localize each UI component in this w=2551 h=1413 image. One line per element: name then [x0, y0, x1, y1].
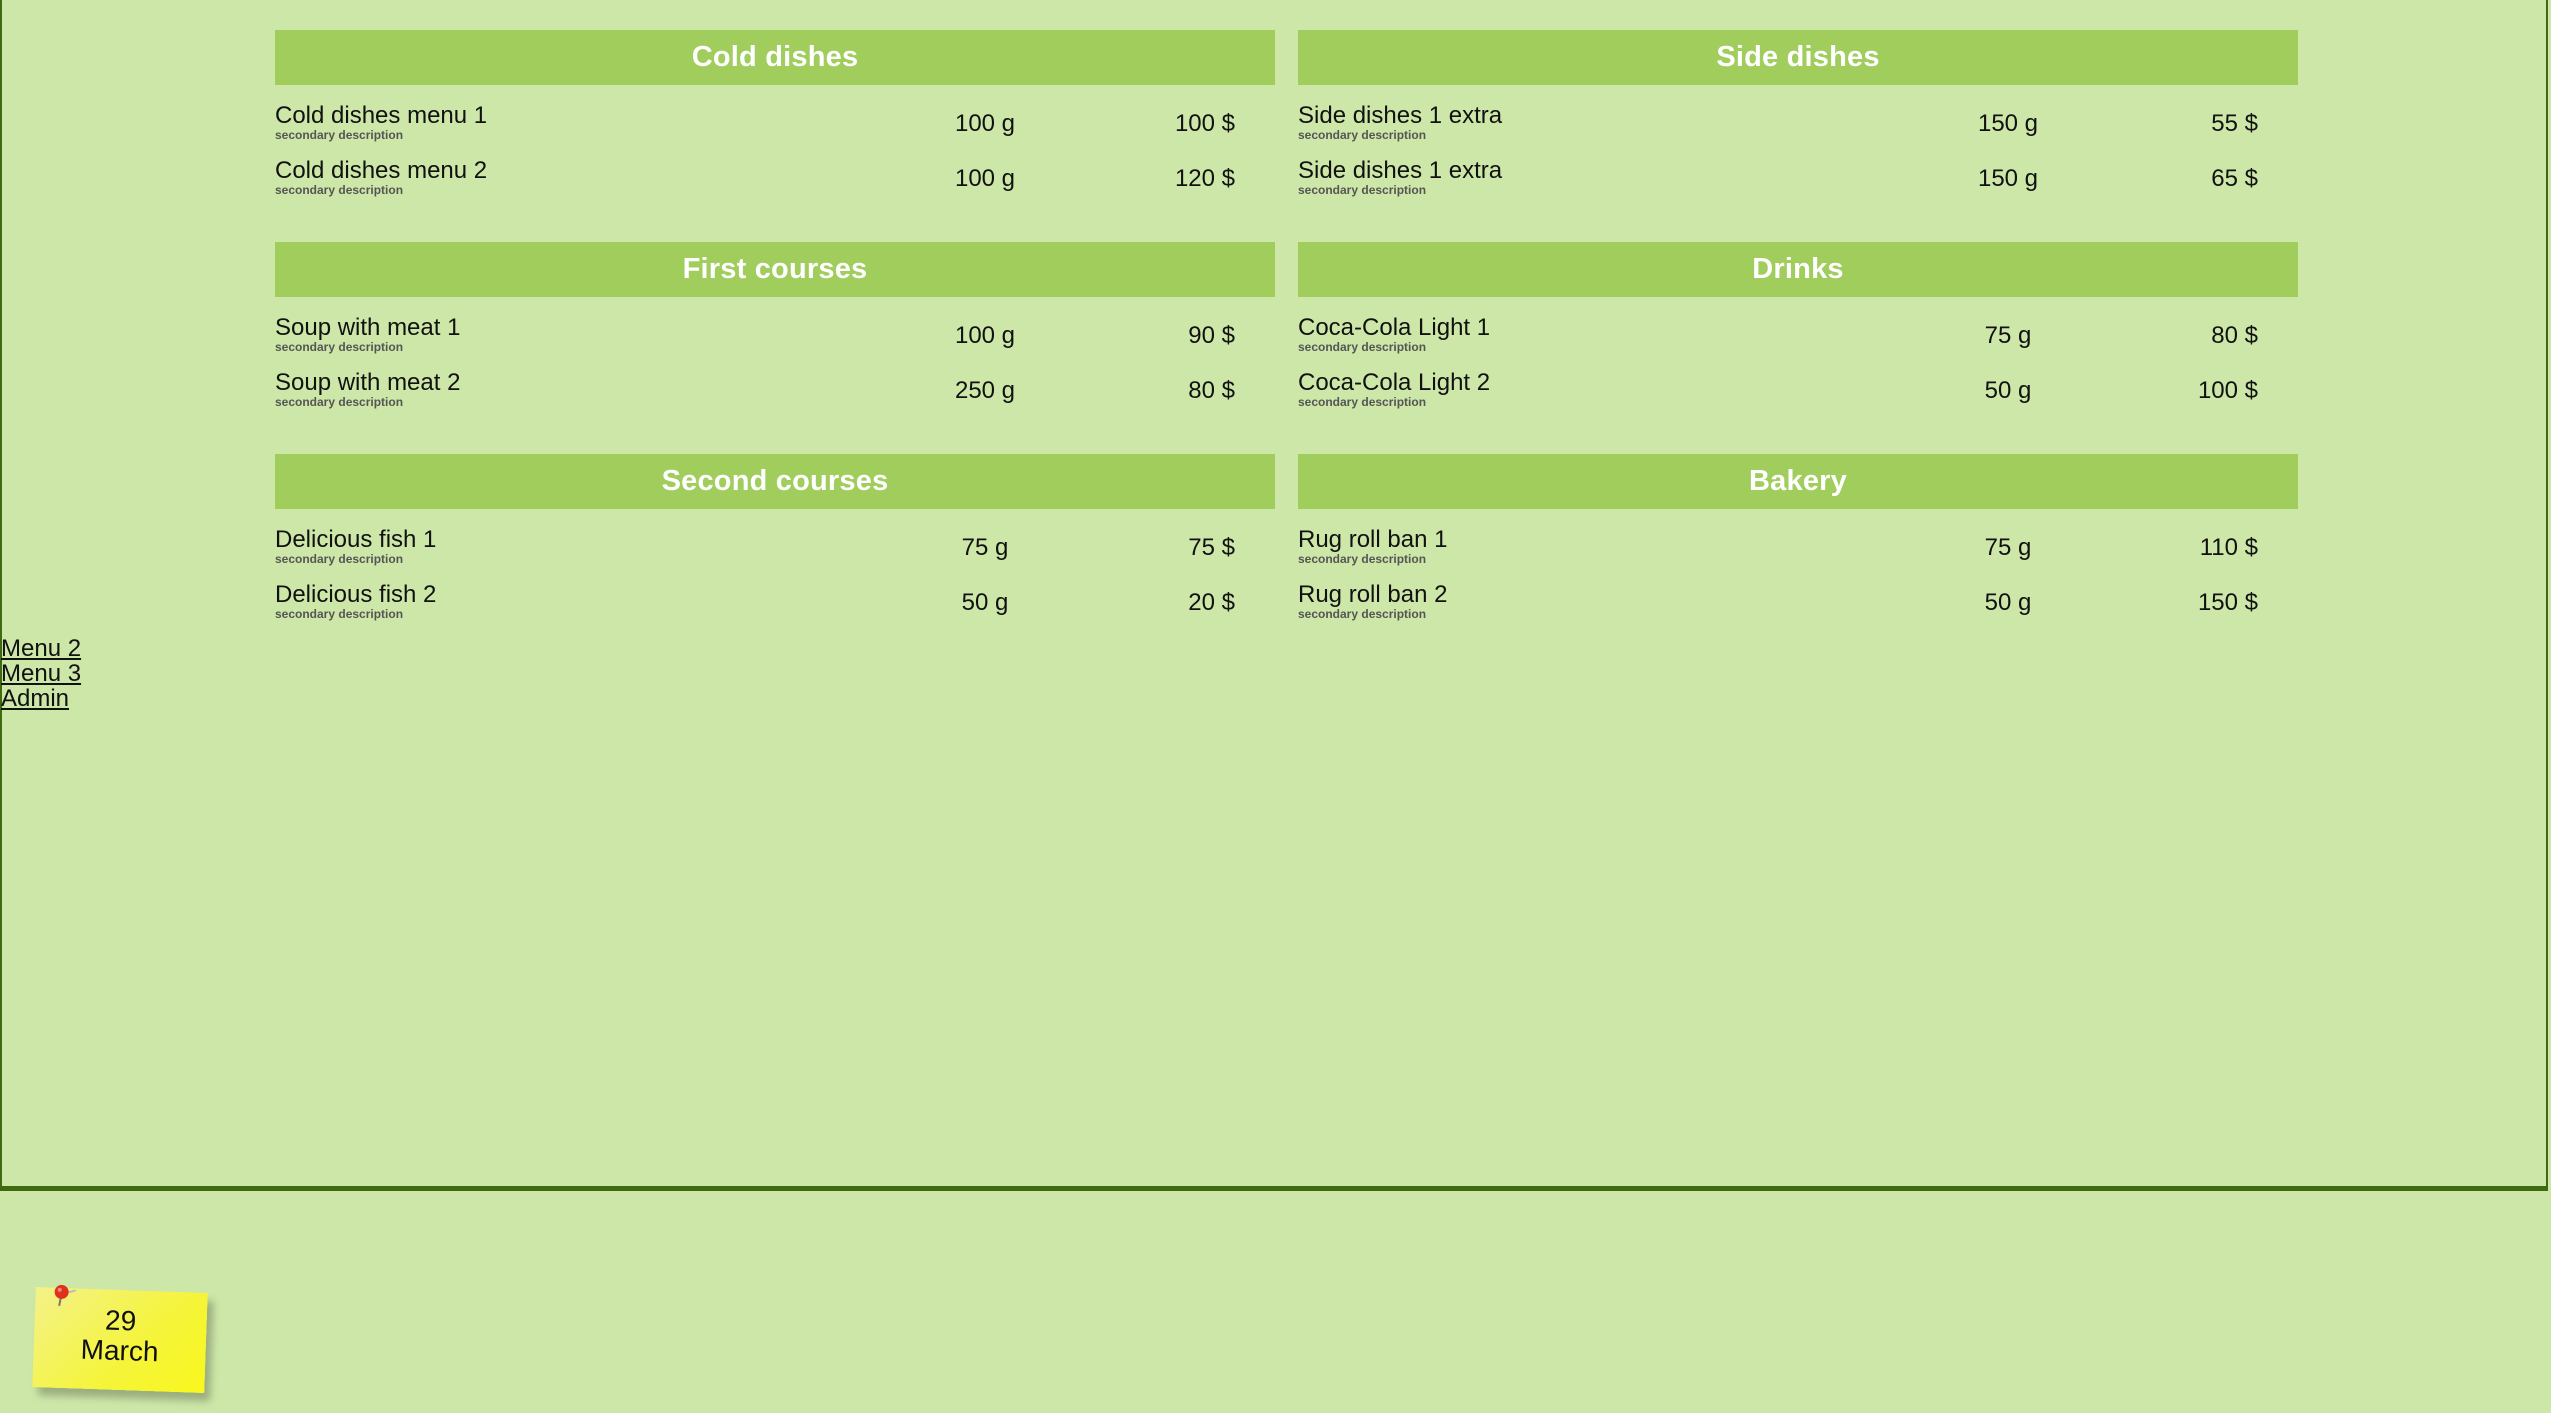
item-weight: 75 g	[961, 534, 1009, 561]
section-title: Second courses	[275, 454, 1275, 509]
item-description: secondary description	[275, 128, 404, 142]
item-price: 100 $	[1174, 110, 1235, 137]
section-title: Bakery	[1298, 454, 2298, 509]
item-price: 65 $	[2211, 165, 2258, 192]
section-title: Drinks	[1298, 242, 2298, 297]
nav-links: Menu 2 Menu 3 Admin	[1, 636, 81, 711]
item-name: Cold dishes menu 1	[275, 102, 488, 129]
item-weight: 250 g	[954, 377, 1016, 404]
item-name: Rug roll ban 2	[1298, 581, 1448, 608]
item-description: secondary description	[1298, 607, 1427, 621]
item-price: 80 $	[1188, 377, 1235, 404]
item-weight: 100 g	[954, 110, 1016, 137]
menu-item: Rug roll ban 1 secondary description 75 …	[1298, 526, 2298, 581]
section-title: Cold dishes	[275, 30, 1275, 85]
menu-item: Coca-Cola Light 1 secondary description …	[1298, 314, 2298, 369]
item-name: Side dishes 1 extra	[1298, 157, 1503, 184]
item-name: Soup with meat 2	[275, 369, 461, 396]
item-name: Delicious fish 1	[275, 526, 437, 553]
item-name: Coca-Cola Light 2	[1298, 369, 1491, 396]
item-name: Cold dishes menu 2	[275, 157, 488, 184]
item-weight: 100 g	[954, 165, 1016, 192]
item-price: 20 $	[1188, 589, 1235, 616]
item-price: 100 $	[2197, 377, 2258, 404]
section-second-courses: Second courses Delicious fish 1 secondar…	[275, 454, 1275, 636]
item-price: 120 $	[1174, 165, 1235, 192]
section-bakery: Bakery Rug roll ban 1 secondary descript…	[1298, 454, 2298, 636]
item-description: secondary description	[1298, 340, 1427, 354]
pin-icon	[49, 1282, 80, 1313]
item-name: Delicious fish 2	[275, 581, 437, 608]
item-price: 90 $	[1188, 322, 1235, 349]
section-side-dishes: Side dishes Side dishes 1 extra secondar…	[1298, 30, 2298, 212]
item-price: 150 $	[2197, 589, 2258, 616]
section-cold-dishes: Cold dishes Cold dishes menu 1 secondary…	[275, 30, 1275, 212]
menu-item: Side dishes 1 extra secondary descriptio…	[1298, 157, 2298, 212]
item-description: secondary description	[275, 183, 404, 197]
menu-item: Cold dishes menu 1 secondary description…	[275, 102, 1275, 157]
item-weight: 50 g	[961, 589, 1009, 616]
item-name: Rug roll ban 1	[1298, 526, 1448, 553]
item-weight: 150 g	[1977, 110, 2039, 137]
section-title: First courses	[275, 242, 1275, 297]
menu-item: Delicious fish 1 secondary description 7…	[275, 526, 1275, 581]
menu-item: Delicious fish 2 secondary description 5…	[275, 581, 1275, 636]
menu-grid: Cold dishes Cold dishes menu 1 secondary…	[275, 30, 2299, 636]
nav-link-menu-3[interactable]: Menu 3	[1, 661, 81, 686]
item-description: secondary description	[275, 607, 404, 621]
menu-item: Soup with meat 1 secondary description 1…	[275, 314, 1275, 369]
menu-item: Rug roll ban 2 secondary description 50 …	[1298, 581, 2298, 636]
menu-item: Soup with meat 2 secondary description 2…	[275, 369, 1275, 424]
menu-item: Cold dishes menu 2 secondary description…	[275, 157, 1275, 212]
item-description: secondary description	[275, 395, 404, 409]
section-drinks: Drinks Coca-Cola Light 1 secondary descr…	[1298, 242, 2298, 424]
item-weight: 50 g	[1984, 589, 2032, 616]
item-description: secondary description	[275, 340, 404, 354]
item-weight: 75 g	[1984, 322, 2032, 349]
section-title: Side dishes	[1298, 30, 2298, 85]
menu-item: Coca-Cola Light 2 secondary description …	[1298, 369, 2298, 424]
nav-link-admin[interactable]: Admin	[1, 686, 81, 711]
item-price: 55 $	[2211, 110, 2258, 137]
section-first-courses: First courses Soup with meat 1 secondary…	[275, 242, 1275, 424]
item-price: 80 $	[2211, 322, 2258, 349]
item-description: secondary description	[1298, 183, 1427, 197]
item-price: 110 $	[2199, 534, 2258, 561]
item-description: secondary description	[275, 552, 404, 566]
item-weight: 150 g	[1977, 165, 2039, 192]
item-price: 75 $	[1188, 534, 1235, 561]
item-weight: 100 g	[954, 322, 1016, 349]
item-description: secondary description	[1298, 395, 1427, 409]
nav-link-menu-2[interactable]: Menu 2	[1, 636, 81, 661]
item-weight: 75 g	[1984, 534, 2032, 561]
item-weight: 50 g	[1984, 377, 2032, 404]
item-name: Soup with meat 1	[275, 314, 461, 341]
item-description: secondary description	[1298, 552, 1427, 566]
item-name: Coca-Cola Light 1	[1298, 314, 1491, 341]
menu-item: Side dishes 1 extra secondary descriptio…	[1298, 102, 2298, 157]
date-sticky-note: 29 March	[32, 1284, 208, 1393]
date-month: March	[80, 1333, 160, 1368]
item-name: Side dishes 1 extra	[1298, 102, 1503, 129]
item-description: secondary description	[1298, 128, 1427, 142]
